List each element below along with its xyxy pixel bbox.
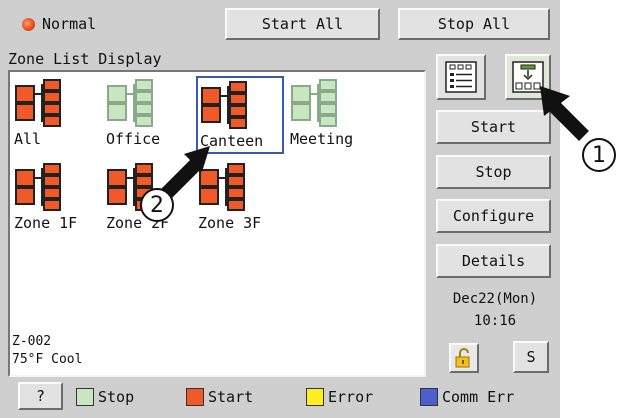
zone-label: Zone 1F <box>14 214 78 232</box>
start-button[interactable]: Start <box>436 110 551 144</box>
callout-2: 2 <box>140 188 174 222</box>
status-label: Normal <box>42 15 97 33</box>
zone-list-title: Zone List Display <box>8 50 162 68</box>
arrow-1-annotation <box>540 86 589 141</box>
status-indicator: Normal <box>8 6 178 42</box>
zone-label: Zone 3F <box>198 214 262 232</box>
list-view-button[interactable] <box>436 54 486 100</box>
zone-tree-icon <box>15 163 61 211</box>
stop-all-button[interactable]: Stop All <box>398 8 550 40</box>
lock-icon <box>455 348 470 368</box>
status-led-icon <box>22 18 35 31</box>
stop-button[interactable]: Stop <box>436 155 551 189</box>
start-all-button[interactable]: Start All <box>225 8 380 40</box>
date-display: Dec22(Mon) <box>452 291 538 307</box>
configure-button[interactable]: Configure <box>436 199 551 233</box>
legend-swatch <box>420 388 438 406</box>
help-button[interactable]: ? <box>18 382 63 410</box>
zone-tree-icon <box>107 79 153 127</box>
zone-info-line1: Z-002 <box>12 334 52 349</box>
legend-swatch <box>186 388 204 406</box>
zone-label: All <box>14 130 42 148</box>
legend-label: Comm Err <box>442 388 515 406</box>
zone-item[interactable]: All <box>12 76 100 154</box>
legend-label: Stop <box>98 388 135 406</box>
zone-item[interactable]: Meeting <box>288 76 376 154</box>
callout-1: 1 <box>582 138 616 172</box>
zone-tree-icon <box>201 81 247 129</box>
controller-screen: Normal Start All Stop All Zone List Disp… <box>0 0 560 418</box>
zone-info-line2: 75°F Cool <box>12 352 83 367</box>
zone-tree-icon <box>15 79 61 127</box>
zone-list-panel: All Office Canteen Meeting Zone 1F Zone 2F Zon… <box>8 70 426 377</box>
legend-swatch <box>306 388 324 406</box>
s-button[interactable]: S <box>513 341 549 373</box>
zone-item[interactable]: Zone 1F <box>12 160 100 238</box>
details-button[interactable]: Details <box>436 244 551 278</box>
lock-button[interactable] <box>449 343 479 373</box>
legend-label: Start <box>208 388 254 406</box>
legend-swatch <box>76 388 94 406</box>
time-display: 10:16 <box>473 313 517 329</box>
legend-label: Error <box>328 388 374 406</box>
zone-label: Meeting <box>290 130 354 148</box>
list-view-icon <box>445 61 477 93</box>
zone-tree-icon <box>291 79 337 127</box>
